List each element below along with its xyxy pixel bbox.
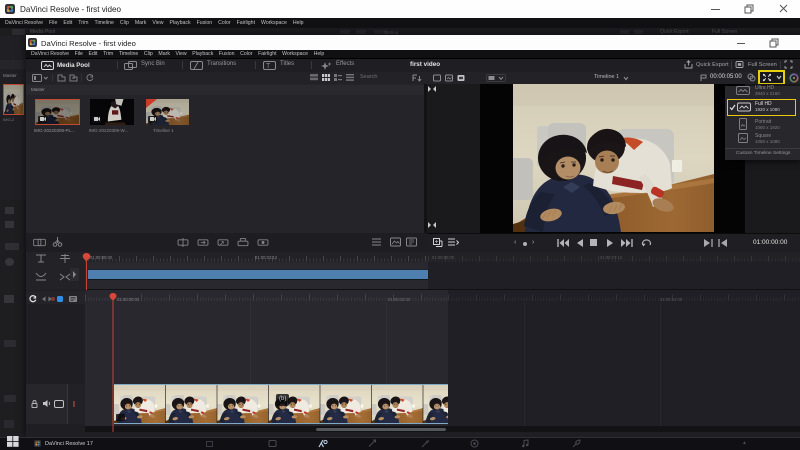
svg-text:T: T [266,63,271,70]
